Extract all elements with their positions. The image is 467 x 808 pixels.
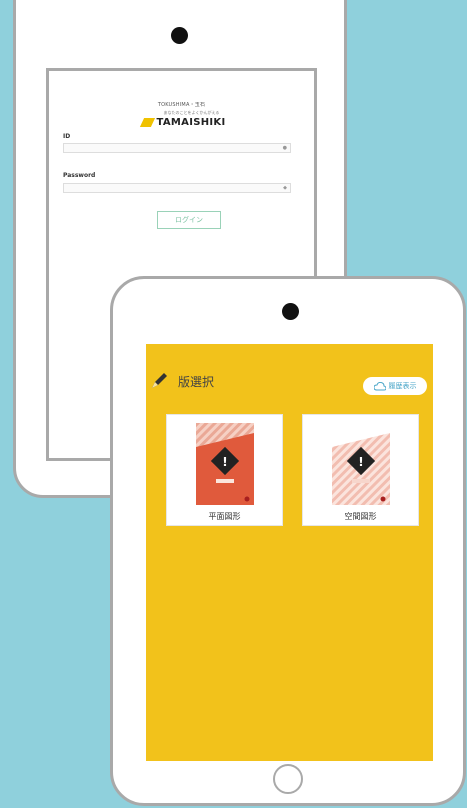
history-button[interactable]: 履歴表示 [363,377,427,395]
page-title: 版選択 [178,374,215,389]
book-card-space[interactable]: ! 空間図形 [302,414,419,526]
book-caption: 空間図形 [344,512,377,521]
selection-screen: 版選択 履歴表示 ! 平面図形 ! 空間図形 [146,344,433,761]
brand-logo: TOKUSHIMA・玉石 あなたのことをよくかんがえる TAMAISHIKI [49,101,314,128]
camera-dot [282,303,299,320]
id-label: ID [63,133,71,140]
svg-text:!: ! [358,455,363,469]
book-cover: ! [332,423,390,505]
pencil-icon [152,373,167,388]
password-field[interactable]: ◆ [63,183,291,193]
brand-sub-text: あなたのことをよくかんがえる [163,110,220,115]
svg-text:!: ! [222,455,227,469]
lock-icon: ◆ [283,185,287,191]
brand-mark-icon [139,118,155,127]
user-icon: ● [282,145,287,151]
home-button[interactable] [273,764,303,794]
brand-top-text: TOKUSHIMA・玉石 [157,102,206,108]
password-label: Password [63,172,96,179]
brand-name: TAMAISHIKI [156,117,226,128]
tablet-selection: 版選択 履歴表示 ! 平面図形 ! 空間図形 [110,276,466,806]
book-card-plane[interactable]: ! 平面図形 [166,414,283,526]
login-button[interactable]: ログイン [157,211,221,229]
book-cover: ! [196,423,254,505]
book-caption: 平面図形 [208,512,241,521]
camera-dot [171,27,188,44]
history-button-label: 履歴表示 [388,382,417,390]
id-field[interactable]: ● [63,143,291,153]
cloud-icon [373,381,386,390]
